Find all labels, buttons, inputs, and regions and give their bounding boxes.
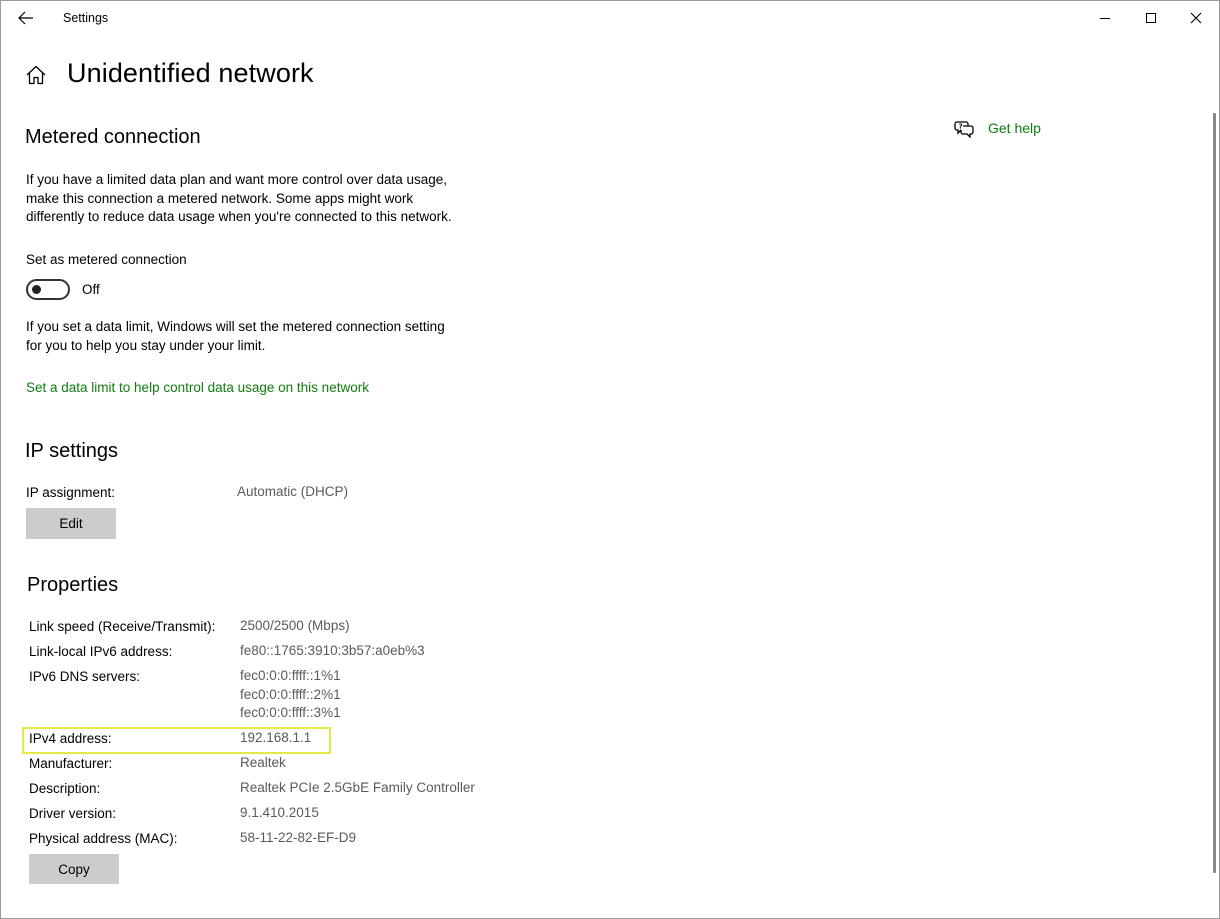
metered-connection-heading: Metered connection: [25, 126, 201, 148]
metered-description-line: If you have a limited data plan and want…: [26, 172, 448, 187]
mac-address-value: 58-11-22-82-EF-D9: [240, 830, 357, 845]
ip-assignment-value: Automatic (DHCP): [237, 484, 349, 499]
data-limit-line: If you set a data limit, Windows will se…: [26, 319, 445, 334]
page-title: Unidentified network: [67, 58, 314, 88]
description-value: Realtek PCIe 2.5GbE Family Controller: [240, 780, 475, 795]
driver-version-value: 9.1.410.2015: [240, 805, 319, 820]
link-speed-value: 2500/2500 (Mbps): [240, 618, 350, 633]
ipv6-dns-values: fec0:0:0:ffff::1%1 fec0:0:0:ffff::2%1 fe…: [240, 667, 341, 723]
metered-toggle[interactable]: [26, 279, 70, 300]
maximize-button[interactable]: [1128, 1, 1174, 35]
minimize-button[interactable]: [1082, 1, 1128, 35]
driver-version-label: Driver version:: [29, 806, 117, 821]
back-arrow-icon: [18, 11, 33, 25]
get-help-link[interactable]: ? Get help: [954, 118, 1041, 138]
app-title: Settings: [63, 11, 109, 25]
ipv6-dns-value: fec0:0:0:ffff::1%1: [240, 668, 341, 683]
ip-assignment-label: IP assignment:: [26, 485, 116, 500]
home-button[interactable]: [25, 64, 47, 86]
link-local-ipv6-label: Link-local IPv6 address:: [29, 644, 173, 659]
get-help-label: Get help: [988, 120, 1041, 136]
description-label: Description:: [29, 781, 101, 796]
metered-toggle-label: Set as metered connection: [26, 252, 187, 267]
ipv6-dns-value: fec0:0:0:ffff::2%1: [240, 686, 341, 702]
copy-button[interactable]: Copy: [29, 854, 119, 884]
ip-settings-heading: IP settings: [25, 440, 119, 462]
close-icon: [1190, 12, 1202, 24]
metered-description-line: differently to reduce data usage when yo…: [26, 209, 452, 224]
metered-description: If you have a limited data plan and want…: [26, 171, 452, 227]
data-limit-description: If you set a data limit, Windows will se…: [26, 318, 445, 355]
mac-address-label: Physical address (MAC):: [29, 831, 178, 846]
metered-description-line: make this connection a metered network. …: [26, 190, 414, 206]
back-button[interactable]: [9, 4, 43, 32]
ipv6-dns-value: fec0:0:0:ffff::3%1: [240, 705, 341, 720]
ipv4-address-value: 192.168.1.1: [240, 730, 312, 745]
maximize-icon: [1146, 13, 1156, 23]
close-button[interactable]: [1173, 1, 1219, 35]
home-icon: [26, 65, 46, 85]
title-bar: Settings: [1, 1, 1219, 35]
svg-text:?: ?: [959, 123, 963, 131]
set-data-limit-link[interactable]: Set a data limit to help control data us…: [26, 380, 369, 395]
ipv4-address-label: IPv4 address:: [29, 731, 112, 746]
settings-window: Settings Unidentified network ? Get help…: [0, 0, 1220, 919]
metered-toggle-state: Off: [82, 282, 100, 297]
ipv6-dns-label: IPv6 DNS servers:: [29, 669, 141, 684]
link-speed-label: Link speed (Receive/Transmit):: [29, 619, 216, 634]
manufacturer-label: Manufacturer:: [29, 756, 113, 771]
get-help-icon: ?: [954, 121, 974, 138]
vertical-scrollbar[interactable]: [1213, 113, 1216, 873]
toggle-knob: [32, 285, 41, 294]
manufacturer-value: Realtek: [240, 755, 286, 770]
properties-heading: Properties: [27, 574, 119, 596]
edit-button[interactable]: Edit: [26, 508, 116, 539]
minimize-icon: [1100, 18, 1110, 19]
data-limit-line: for you to help you stay under your limi…: [26, 337, 266, 353]
link-local-ipv6-value: fe80::1765:3910:3b57:a0eb%3: [240, 643, 425, 658]
